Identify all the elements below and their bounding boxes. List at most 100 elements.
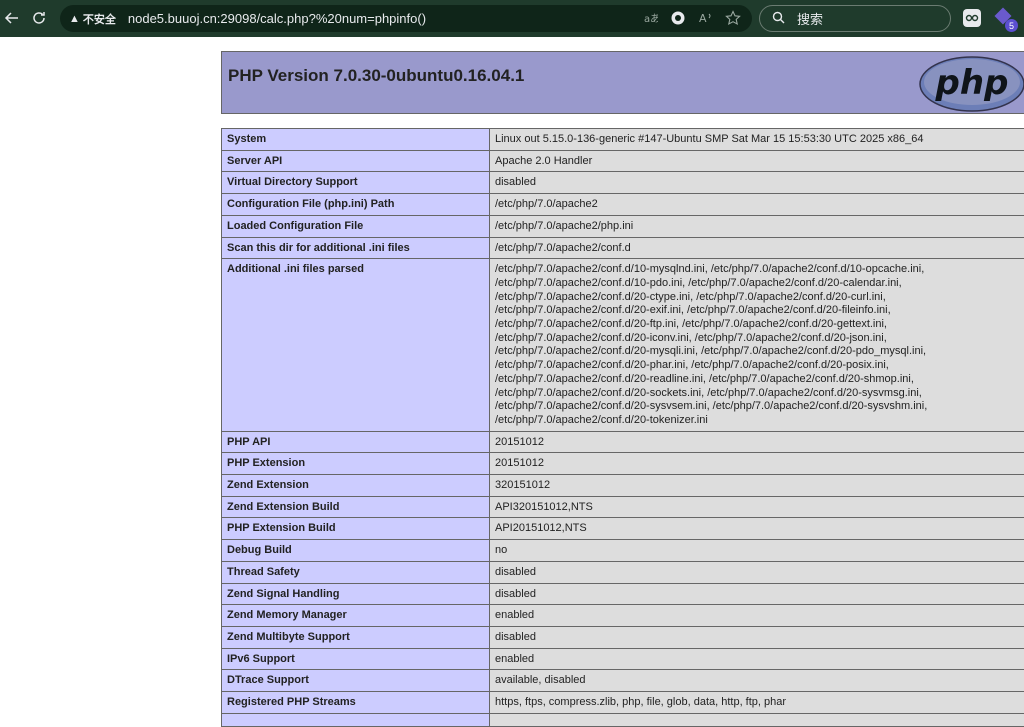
php-header: PHP Version 7.0.30-0ubuntu0.16.04.1 php [221,51,1024,114]
page-title: PHP Version 7.0.30-0ubuntu0.16.04.1 [228,66,524,86]
security-label: 不安全 [83,11,116,27]
value-line: /etc/php/7.0/apache2/conf.d/20-ftp.ini, … [495,318,1019,332]
table-row: PHP Extension BuildAPI20151012,NTS [222,518,1024,540]
table-row: Debug Buildno [222,540,1024,562]
row-value: /etc/php/7.0/apache2 [490,194,1024,216]
table-row: Zend Memory Managerenabled [222,605,1024,627]
row-key: Zend Signal Handling [222,583,490,605]
row-value: available, disabled [490,670,1024,692]
table-row: Zend Extension BuildAPI320151012,NTS [222,496,1024,518]
row-key: Virtual Directory Support [222,172,490,194]
table-row: SystemLinux out 5.15.0-136-generic #147-… [222,129,1024,151]
php-logo-text: php [935,63,1009,103]
table-row: Scan this dir for additional .ini files/… [222,237,1024,259]
value-line: /etc/php/7.0/apache2/conf.d/20-readline.… [495,373,1019,387]
row-key: Zend Extension [222,475,490,497]
table-row [222,713,1024,726]
value-line: /etc/php/7.0/apache2/conf.d/20-exif.ini,… [495,304,1019,318]
row-value: Apache 2.0 Handler [490,150,1024,172]
row-value: disabled [490,172,1024,194]
row-key: Registered PHP Streams [222,692,490,714]
back-arrow-icon[interactable] [0,6,24,30]
table-row: Loaded Configuration File/etc/php/7.0/ap… [222,215,1024,237]
row-key: Loaded Configuration File [222,215,490,237]
table-row: Additional .ini files parsed/etc/php/7.0… [222,259,1024,431]
row-key: Debug Build [222,540,490,562]
search-box[interactable]: 搜索 [759,5,951,32]
table-row: Thread Safetydisabled [222,561,1024,583]
row-key [222,713,490,726]
table-row: PHP API20151012 [222,431,1024,453]
svg-text:aあ: aあ [644,13,658,25]
table-row: Server APIApache 2.0 Handler [222,150,1024,172]
row-key: Server API [222,150,490,172]
value-line: /etc/php/7.0/apache2/conf.d/20-sockets.i… [495,387,1019,401]
value-line: /etc/php/7.0/apache2/conf.d/20-sysvsem.i… [495,400,1019,414]
row-key: PHP API [222,431,490,453]
read-aloud-icon[interactable]: A [696,8,716,28]
table-row: Virtual Directory Supportdisabled [222,172,1024,194]
row-key: PHP Extension Build [222,518,490,540]
table-row: Zend Extension320151012 [222,475,1024,497]
svg-text:A: A [699,12,707,25]
edge-copilot-icon[interactable] [668,8,688,28]
row-value: 20151012 [490,431,1024,453]
row-key: Configuration File (php.ini) Path [222,194,490,216]
table-row: Registered PHP Streamshttps, ftps, compr… [222,692,1024,714]
row-value: /etc/php/7.0/apache2/conf.d [490,237,1024,259]
reload-icon[interactable] [27,6,51,30]
row-key: DTrace Support [222,670,490,692]
value-line: /etc/php/7.0/apache2/conf.d/20-mysqli.in… [495,345,1019,359]
row-value: enabled [490,605,1024,627]
row-value: disabled [490,583,1024,605]
table-row: PHP Extension20151012 [222,453,1024,475]
table-row: DTrace Supportavailable, disabled [222,670,1024,692]
row-value: no [490,540,1024,562]
row-value [490,713,1024,726]
row-value: disabled [490,626,1024,648]
row-value: 320151012 [490,475,1024,497]
value-line: /etc/php/7.0/apache2/conf.d/20-iconv.ini… [495,332,1019,346]
value-line: /etc/php/7.0/apache2/conf.d/20-ctype.ini… [495,291,1019,305]
table-row: Zend Multibyte Supportdisabled [222,626,1024,648]
row-value: Linux out 5.15.0-136-generic #147-Ubuntu… [490,129,1024,151]
row-key: PHP Extension [222,453,490,475]
row-key: IPv6 Support [222,648,490,670]
row-key: Zend Memory Manager [222,605,490,627]
address-bar[interactable]: ▲ 不安全 node5.buuoj.cn:29098/calc.php?%20n… [60,5,752,32]
row-value: API20151012,NTS [490,518,1024,540]
row-key: Zend Multibyte Support [222,626,490,648]
value-line: /etc/php/7.0/apache2/conf.d/10-mysqlnd.i… [495,263,1019,277]
row-key: Zend Extension Build [222,496,490,518]
table-row: IPv6 Supportenabled [222,648,1024,670]
value-line: /etc/php/7.0/apache2/conf.d/20-phar.ini,… [495,359,1019,373]
extension-icon[interactable] [963,9,981,27]
row-key: Additional .ini files parsed [222,259,490,431]
extension-gem-icon[interactable]: 5 [995,8,1017,30]
php-logo[interactable]: php [919,56,1024,112]
translate-icon[interactable]: aあ [641,8,661,28]
row-key: System [222,129,490,151]
php-info-table: SystemLinux out 5.15.0-136-generic #147-… [221,128,1024,727]
row-value: /etc/php/7.0/apache2/php.ini [490,215,1024,237]
row-key: Thread Safety [222,561,490,583]
row-value: https, ftps, compress.zlib, php, file, g… [490,692,1024,714]
value-line: /etc/php/7.0/apache2/conf.d/20-tokenizer… [495,414,1019,428]
row-value: enabled [490,648,1024,670]
row-key: Scan this dir for additional .ini files [222,237,490,259]
row-value: API320151012,NTS [490,496,1024,518]
row-value: 20151012 [490,453,1024,475]
favorite-star-icon[interactable] [723,8,743,28]
table-row: Configuration File (php.ini) Path/etc/ph… [222,194,1024,216]
search-icon [772,11,785,27]
row-value: /etc/php/7.0/apache2/conf.d/10-mysqlnd.i… [490,259,1024,431]
url-text[interactable]: node5.buuoj.cn:29098/calc.php?%20num=php… [128,11,426,26]
row-value: disabled [490,561,1024,583]
value-line: /etc/php/7.0/apache2/conf.d/10-pdo.ini, … [495,277,1019,291]
search-placeholder: 搜索 [797,9,823,28]
warning-icon: ▲ [69,13,80,25]
extension-badge: 5 [1005,19,1018,32]
table-row: Zend Signal Handlingdisabled [222,583,1024,605]
security-indicator[interactable]: ▲ 不安全 [69,11,116,27]
browser-toolbar: ▲ 不安全 node5.buuoj.cn:29098/calc.php?%20n… [0,0,1024,37]
